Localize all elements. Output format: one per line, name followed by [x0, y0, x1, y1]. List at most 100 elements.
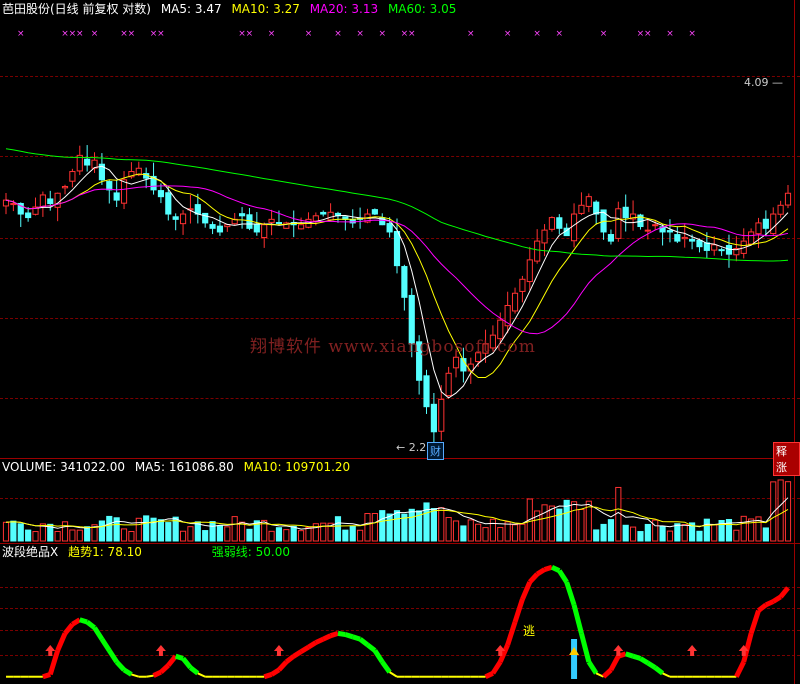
trend-segment: [152, 669, 162, 678]
osc-name: 波段绝品X: [2, 545, 59, 559]
candle: [644, 229, 651, 232]
trend-segment: [484, 671, 494, 679]
x-marker: ×: [688, 29, 696, 39]
trend-segment: [277, 660, 289, 672]
volume-bar: [61, 521, 69, 542]
candle: [711, 244, 718, 251]
volume-bar: [298, 530, 305, 542]
trend-segment: [188, 665, 200, 676]
candle: [607, 234, 615, 242]
x-marker: ×: [246, 29, 254, 39]
buy-arrow-icon: [155, 645, 166, 656]
candle: [61, 185, 69, 189]
volume-bar: [342, 529, 349, 542]
volume-bar: [607, 519, 615, 542]
trend-segment: [99, 637, 112, 652]
candle: [120, 179, 128, 204]
volume-bar: [98, 520, 105, 542]
volume-bar: [224, 526, 231, 542]
candle: [179, 213, 187, 225]
candle: [298, 224, 305, 230]
volume-bar: [600, 523, 607, 542]
x-marker: ×: [666, 29, 674, 39]
x-marker: ×: [128, 29, 136, 39]
volume-bar: [120, 528, 128, 542]
candle: [10, 203, 17, 206]
trend-segment: [557, 569, 569, 584]
volume-bar: [644, 523, 651, 542]
volume-bar: [393, 510, 401, 542]
trend-segment: [579, 632, 592, 663]
volume-bar: [762, 527, 769, 542]
candle: [718, 249, 725, 252]
volume-bar: [32, 531, 39, 542]
trend-segment: [653, 665, 665, 676]
candle: [327, 211, 334, 221]
trend-segment: [284, 654, 296, 664]
candle: [578, 204, 585, 214]
candle: [172, 216, 179, 220]
candle: [268, 218, 275, 223]
watermark: 翔博软件 www.xiangbosoft.com: [250, 337, 536, 357]
trend-segment: [344, 632, 354, 640]
candle: [312, 215, 319, 222]
volume-bar: [445, 517, 452, 542]
candle: [652, 224, 659, 227]
trend-segment: [351, 634, 361, 642]
x-marker: ×: [17, 29, 25, 39]
volume-bar: [430, 508, 437, 542]
osc-strength: 强弱线: 50.00: [211, 545, 290, 559]
volume-bar: [135, 517, 142, 542]
volume-bar: [578, 508, 585, 542]
trend-segment: [292, 649, 303, 659]
trend-segment: [527, 572, 540, 584]
trend-segment: [624, 651, 634, 659]
volume-bar: [659, 526, 666, 542]
candle: [784, 192, 792, 206]
volume-bar: [696, 530, 703, 542]
x-marker: ×: [356, 29, 364, 39]
volume-bar: [777, 479, 784, 542]
trend-segment: [337, 630, 346, 638]
candle: [401, 266, 408, 298]
candle: [452, 356, 460, 369]
x-marker: ×: [305, 29, 313, 39]
candle: [320, 211, 327, 215]
volume-bar: [593, 529, 600, 542]
candle: [681, 236, 688, 240]
volume-bar: [334, 516, 342, 542]
candle: [674, 234, 681, 242]
trend-segment: [63, 622, 75, 635]
volume-bar: [106, 515, 113, 542]
x-marker: ×: [504, 29, 512, 39]
candle: [54, 192, 61, 208]
candle: [216, 225, 224, 233]
candle: [253, 224, 260, 233]
volume-bar: [54, 530, 61, 542]
candle: [556, 217, 563, 229]
x-marker: ×: [91, 29, 99, 39]
candle: [666, 230, 674, 233]
volume-bar: [84, 526, 91, 542]
trend-segment: [389, 671, 398, 678]
volume-bar: [408, 508, 415, 542]
trend-segment: [85, 620, 97, 630]
x-marker: ×: [467, 29, 475, 39]
volume-bar: [268, 530, 275, 542]
candle: [423, 375, 430, 408]
volume-bar: [275, 527, 283, 542]
trend-segment: [92, 626, 105, 641]
candle: [526, 259, 533, 283]
volume-bar: [10, 520, 17, 542]
trend-segment: [263, 672, 273, 680]
volume-bar: [652, 519, 659, 542]
volume-bar: [386, 513, 393, 542]
runner-icon: [569, 647, 580, 655]
trend-segment: [55, 632, 68, 652]
trend-segment: [734, 660, 746, 678]
candle: [261, 224, 268, 239]
volume-bar: [784, 481, 792, 542]
osc-header: 波段绝品X 趋势1: 78.10 强弱线: 50.00: [2, 545, 296, 559]
candle: [238, 213, 246, 217]
trend-segment: [571, 604, 584, 635]
